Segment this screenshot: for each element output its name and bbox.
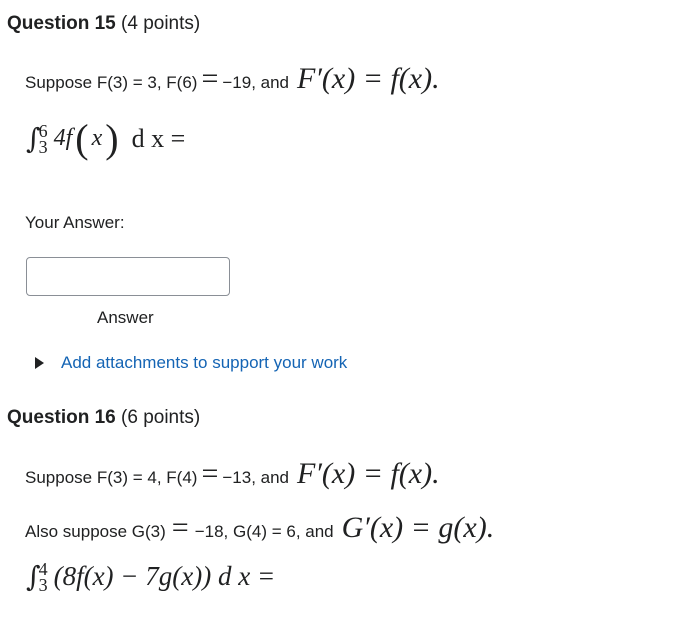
question-16-given: Suppose F(3) = 4, F(4) = −13, and F′(x) … bbox=[25, 457, 440, 491]
answer-label: Your Answer: bbox=[25, 213, 125, 232]
question-number: Question 15 bbox=[7, 13, 116, 34]
equals-sign: = bbox=[201, 62, 219, 95]
integrand-expression: (8f(x) − 7g(x)) d x = bbox=[53, 561, 276, 591]
expand-triangle-icon[interactable] bbox=[35, 357, 44, 369]
integrand-variable: x bbox=[91, 125, 103, 151]
question-15-integral: ∫ 6 3 4f ( x ) d x = bbox=[26, 115, 185, 162]
question-15-given: Suppose F(3) = 3, F(6) = −19, and F′(x) … bbox=[25, 62, 440, 96]
derivative-relation: F′(x) = f(x). bbox=[297, 457, 440, 490]
given-text: Suppose F(3) = 3, F(6) bbox=[25, 73, 198, 92]
given-value: −13, and bbox=[222, 468, 290, 487]
given-text: Suppose F(3) = 4, F(4) bbox=[25, 468, 198, 487]
differential: d x = bbox=[131, 123, 186, 153]
question-16-title: Question 16 (6 points) bbox=[7, 407, 200, 429]
equals-sign: = bbox=[171, 511, 189, 544]
also-text: Also suppose G(3) bbox=[25, 522, 166, 541]
question-16-also: Also suppose G(3) = −18, G(4) = 6, and G… bbox=[25, 511, 494, 545]
question-points: (4 points) bbox=[121, 13, 201, 34]
question-points: (6 points) bbox=[121, 407, 201, 428]
derivative-relation: F′(x) = f(x). bbox=[297, 62, 440, 95]
question-number: Question 16 bbox=[7, 407, 116, 428]
derivative-relation-g: G′(x) = g(x). bbox=[341, 511, 495, 544]
integral-symbol: ∫ bbox=[26, 122, 41, 155]
add-attachments-link[interactable]: Add attachments to support your work bbox=[35, 353, 347, 373]
right-paren: ) bbox=[105, 116, 119, 161]
equals-sign: = bbox=[201, 457, 219, 490]
answer-input[interactable] bbox=[26, 257, 230, 296]
add-attachments-label[interactable]: Add attachments to support your work bbox=[61, 353, 347, 373]
question-15-title: Question 15 (4 points) bbox=[7, 13, 200, 35]
given-value: −19, and bbox=[222, 73, 290, 92]
answer-caption: Answer bbox=[97, 308, 154, 327]
left-paren: ( bbox=[75, 116, 89, 161]
also-value: −18, G(4) = 6, and bbox=[194, 522, 334, 541]
integral-symbol: ∫ bbox=[26, 560, 41, 593]
integrand-coefficient: 4f bbox=[53, 125, 73, 151]
question-16-integral: ∫ 4 3 (8f(x) − 7g(x)) d x = bbox=[26, 560, 276, 594]
